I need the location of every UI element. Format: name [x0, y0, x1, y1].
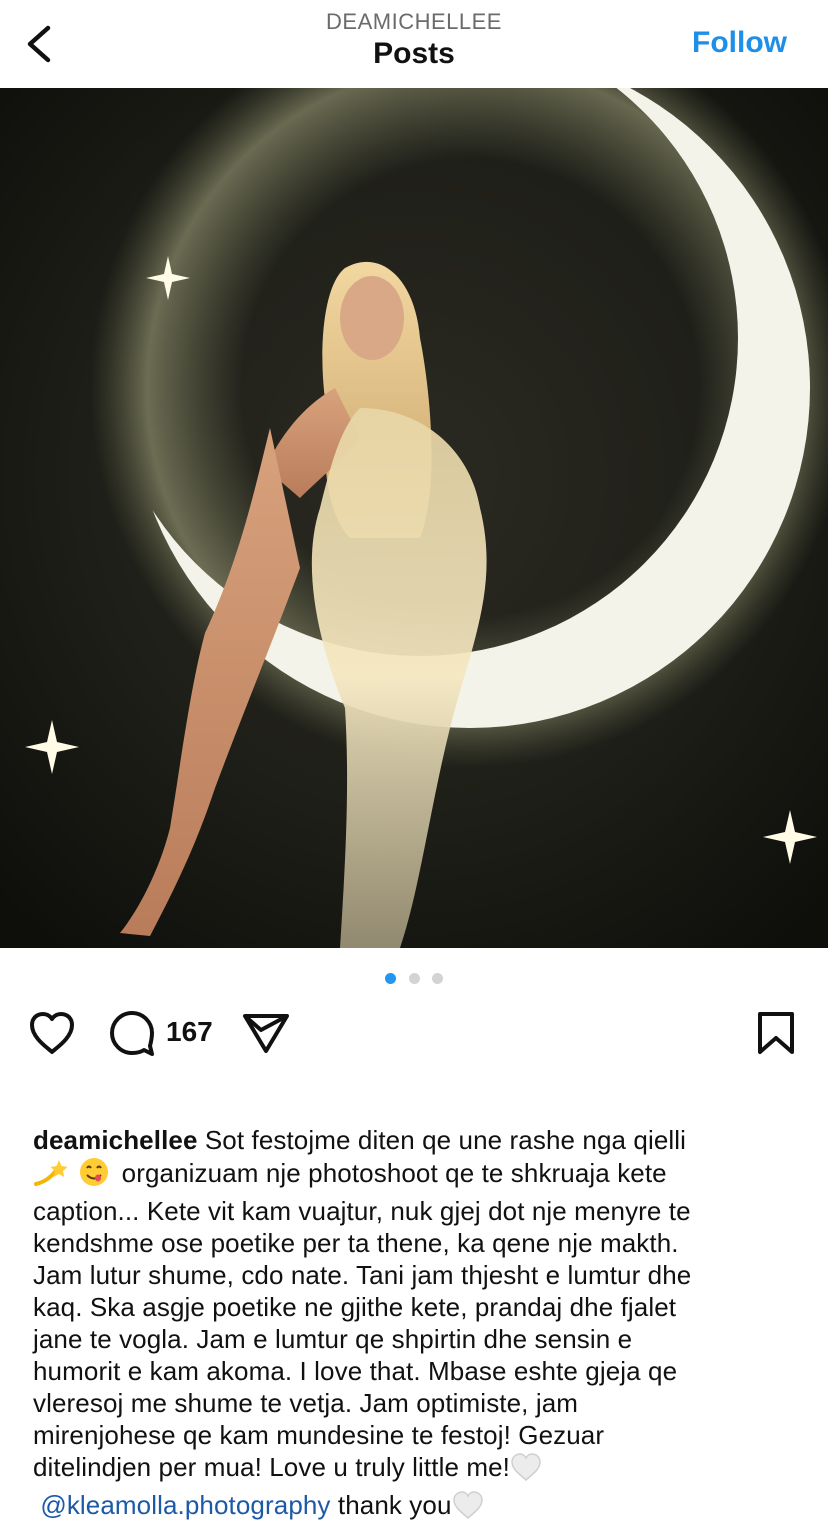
- yum-emoji-icon: [78, 1156, 110, 1195]
- post-actions: 167: [0, 1008, 828, 1058]
- caption-line-3: caption... Kete vit kam vuajtur, nuk gje…: [33, 1196, 691, 1226]
- carousel-dot-3: [431, 973, 443, 984]
- heart-icon[interactable]: [28, 1010, 76, 1061]
- carousel-indicator: [0, 971, 828, 985]
- caption-line-8: humorit e kam akoma. I love that. Mbase …: [33, 1356, 678, 1386]
- top-bar: DEAMICHELLEE Posts Follow: [0, 0, 828, 88]
- share-icon[interactable]: [242, 1012, 290, 1059]
- white-heart-icon: [510, 1452, 542, 1489]
- caption-line-6: kaq. Ska asgje poetike ne gjithe kete, p…: [33, 1292, 677, 1322]
- caption-line-7: jane te vogla. Jam e lumtur qe shpirtin …: [33, 1324, 633, 1354]
- caption-line-9: vleresoj me shume te vetja. Jam optimist…: [33, 1388, 579, 1418]
- caption-line-10: mirenjohese qe kam mundesine te festoj! …: [33, 1420, 605, 1450]
- carousel-dot-2: [408, 973, 420, 984]
- white-heart-icon: [452, 1490, 484, 1527]
- dizzy-emoji-icon: [33, 1158, 68, 1195]
- caption-line-5: Jam lutur shume, cdo nate. Tani jam thje…: [33, 1260, 692, 1290]
- caption-line-2: organizuam nje photoshoot qe te shkruaja…: [33, 1156, 803, 1195]
- comment-icon[interactable]: [108, 1010, 156, 1061]
- post-photo[interactable]: [0, 88, 828, 948]
- follow-button[interactable]: Follow: [692, 26, 787, 60]
- mention-link[interactable]: @kleamolla.photography: [40, 1490, 330, 1520]
- comment-count: 167: [166, 1016, 213, 1047]
- bookmark-icon[interactable]: [756, 1010, 796, 1061]
- caption-line-11: ditelindjen per mua! Love u truly little…: [33, 1451, 803, 1489]
- caption-line-12: @kleamolla.photography thank you: [33, 1489, 803, 1527]
- carousel-dot-1: [385, 973, 397, 984]
- caption-username[interactable]: deamichellee: [33, 1125, 198, 1155]
- caption-line-1: deamichellee Sot festojme diten qe une r…: [33, 1125, 687, 1155]
- caption-line-4: kendshme ose poetike per ta thene, ka qe…: [33, 1228, 679, 1258]
- post-caption: deamichellee Sot festojme diten qe une r…: [33, 1124, 803, 1527]
